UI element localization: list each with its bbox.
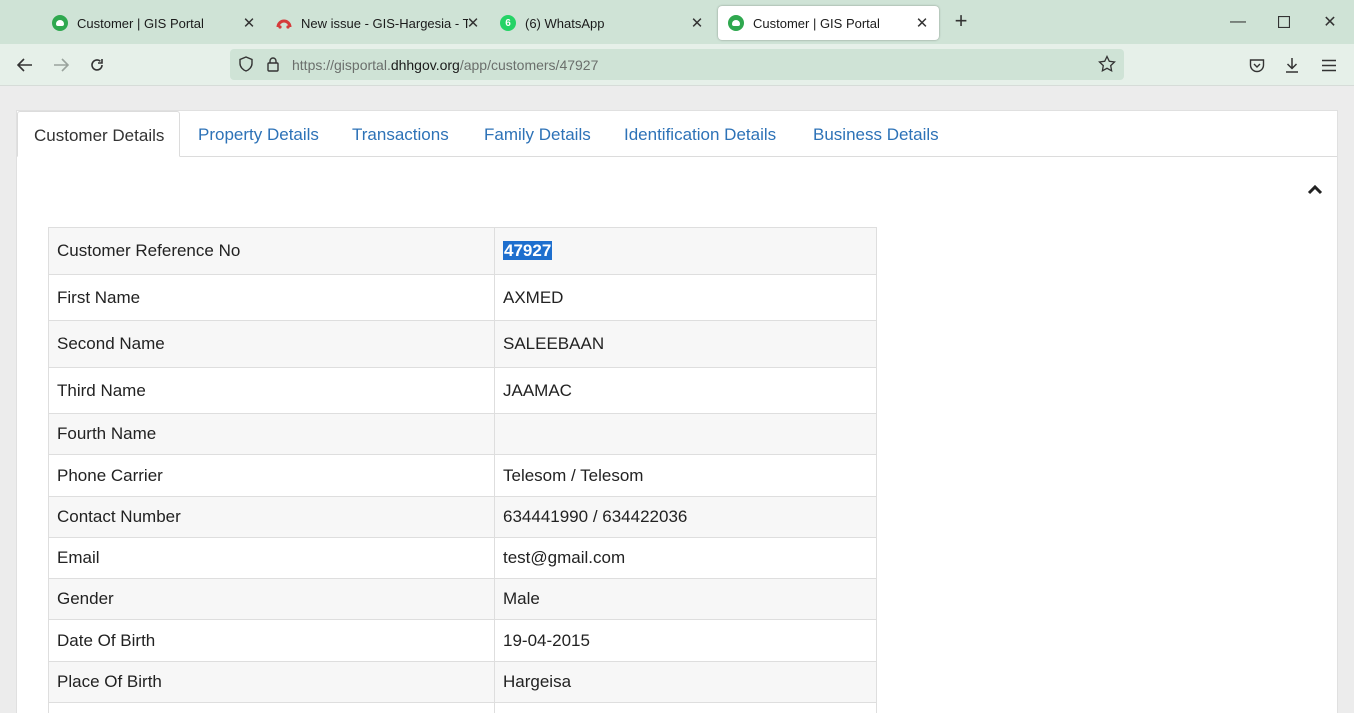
table-row: Second Name SALEEBAAN: [48, 320, 877, 368]
field-label: Email: [48, 537, 495, 579]
whatsapp-icon: 6: [500, 15, 516, 31]
new-tab-icon[interactable]: +: [947, 10, 975, 34]
page-background: [0, 87, 1354, 109]
browser-tab-strip: Customer | GIS Portal ✕ New issue - GIS-…: [0, 0, 1354, 44]
back-arrow-icon[interactable]: [11, 52, 39, 78]
address-bar[interactable]: https://gisportal.dhhgov.org/app/custome…: [230, 49, 1124, 80]
field-value: [494, 413, 877, 455]
browser-tab[interactable]: New issue - GIS-Hargesia - Team ✕: [264, 6, 490, 40]
field-label: Gender: [48, 578, 495, 620]
tab-transactions[interactable]: Transactions: [352, 111, 449, 157]
tab-property-details[interactable]: Property Details: [198, 111, 319, 157]
table-row: Date Of Birth 19-04-2015: [48, 619, 877, 662]
url-prefix: https://gisportal.: [292, 57, 391, 73]
field-value: 19-04-2015: [494, 619, 877, 662]
table-row: First Name AXMED: [48, 274, 877, 321]
tab-family-details[interactable]: Family Details: [484, 111, 591, 157]
customer-details-table: Customer Reference No 47927 First Name A…: [48, 227, 877, 713]
field-value: [494, 702, 877, 713]
table-row: Fourth Name: [48, 413, 877, 455]
close-window-icon[interactable]: ✕: [1315, 8, 1345, 36]
browser-tab-title: Customer | GIS Portal: [753, 15, 880, 31]
close-tab-icon[interactable]: ✕: [913, 14, 931, 32]
table-row: Gender Male: [48, 578, 877, 620]
field-value: test@gmail.com: [494, 537, 877, 579]
details-tabs: Customer Details Property Details Transa…: [17, 111, 1337, 157]
maximize-icon[interactable]: [1269, 8, 1299, 36]
field-label: Second Name: [48, 320, 495, 368]
minimize-icon[interactable]: —: [1223, 8, 1253, 36]
field-label: First Name: [48, 274, 495, 321]
field-label: [48, 702, 495, 713]
field-label: Customer Reference No: [48, 227, 495, 275]
field-value: Hargeisa: [494, 661, 877, 703]
table-row: Contact Number 634441990 / 634422036: [48, 496, 877, 538]
table-row: Email test@gmail.com: [48, 537, 877, 579]
browser-tab-title: (6) WhatsApp: [525, 15, 605, 31]
browser-tab-active[interactable]: Customer | GIS Portal ✕: [718, 6, 939, 40]
field-label: Date Of Birth: [48, 619, 495, 662]
reload-icon[interactable]: [83, 52, 111, 78]
url-text: https://gisportal.dhhgov.org/app/custome…: [292, 57, 598, 73]
table-row: [48, 702, 877, 713]
field-value: Telesom / Telesom: [494, 454, 877, 497]
team-icon: [276, 15, 292, 31]
browser-tab-title: Customer | GIS Portal: [77, 15, 204, 31]
tracking-shield-icon[interactable]: [238, 56, 254, 72]
field-value: 634441990 / 634422036: [494, 496, 877, 538]
selected-reference-number: 47927: [503, 241, 553, 260]
gis-portal-icon: [52, 15, 68, 31]
browser-toolbar: https://gisportal.dhhgov.org/app/custome…: [0, 44, 1354, 86]
browser-tab[interactable]: 6 (6) WhatsApp ✕: [488, 6, 714, 40]
tab-identification-details[interactable]: Identification Details: [624, 111, 776, 157]
field-label: Phone Carrier: [48, 454, 495, 497]
table-row: Place Of Birth Hargeisa: [48, 661, 877, 703]
forward-arrow-icon[interactable]: [47, 52, 75, 78]
tab-business-details[interactable]: Business Details: [813, 111, 939, 157]
close-tab-icon[interactable]: ✕: [240, 14, 258, 32]
field-label: Place Of Birth: [48, 661, 495, 703]
customer-card: Customer Details Property Details Transa…: [16, 110, 1338, 713]
pocket-icon[interactable]: [1243, 52, 1271, 78]
field-label: Fourth Name: [48, 413, 495, 455]
field-value: SALEEBAAN: [494, 320, 877, 368]
table-row: Customer Reference No 47927: [48, 227, 877, 275]
tab-customer-details[interactable]: Customer Details: [17, 111, 181, 157]
table-row: Third Name JAAMAC: [48, 367, 877, 414]
chevron-up-icon[interactable]: [1306, 182, 1324, 196]
table-row: Phone Carrier Telesom / Telesom: [48, 454, 877, 497]
lock-icon[interactable]: [265, 56, 281, 72]
browser-tab[interactable]: Customer | GIS Portal ✕: [40, 6, 266, 40]
field-label: Third Name: [48, 367, 495, 414]
downloads-icon[interactable]: [1278, 52, 1306, 78]
close-tab-icon[interactable]: ✕: [688, 14, 706, 32]
browser-tab-title: New issue - GIS-Hargesia - Team: [301, 15, 468, 31]
field-value: 47927: [494, 227, 877, 275]
url-path: /app/customers/47927: [459, 57, 599, 73]
gis-portal-icon: [728, 15, 744, 31]
field-value: JAAMAC: [494, 367, 877, 414]
bookmark-star-icon[interactable]: [1098, 55, 1116, 73]
close-tab-icon[interactable]: ✕: [464, 14, 482, 32]
url-host: dhhgov.org: [390, 57, 460, 73]
menu-icon[interactable]: [1315, 52, 1343, 78]
field-value: Male: [494, 578, 877, 620]
field-value: AXMED: [494, 274, 877, 321]
field-label: Contact Number: [48, 496, 495, 538]
